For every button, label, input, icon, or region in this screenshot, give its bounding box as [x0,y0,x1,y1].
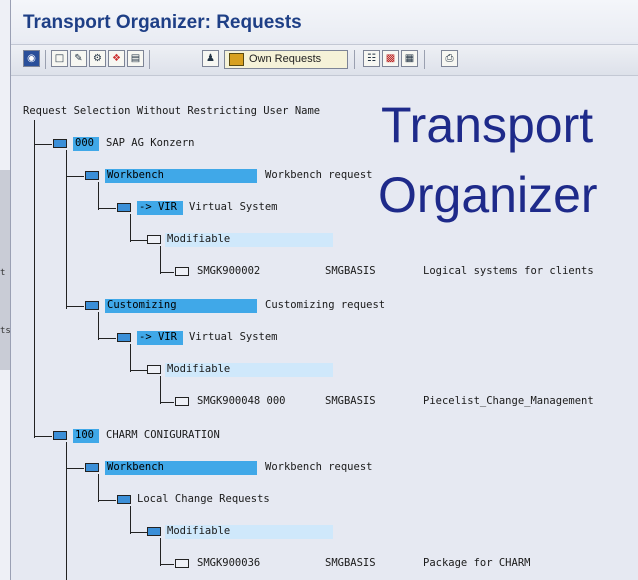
edit-icon[interactable]: ✎ [70,50,87,67]
tree-connector-line [160,402,174,403]
folder-icon[interactable] [85,171,99,180]
new-document-icon[interactable]: □ [51,50,68,67]
client-id[interactable]: 000 [75,137,94,149]
tree-connector-line [66,150,67,309]
tree-connector-line [98,312,99,340]
request-type-workbench[interactable]: Workbench [107,461,164,473]
request-type-desc: Workbench request [265,169,373,181]
tree-connector-line [130,506,131,534]
status-modifiable[interactable]: Modifiable [167,363,230,375]
tree-connector-line [98,474,99,502]
own-requests-icon [229,53,244,66]
folder-icon[interactable] [117,203,131,212]
folder-icon[interactable] [147,365,161,374]
tree-connector-line [130,240,148,241]
target-system-label: Virtual System [189,201,278,213]
tree-connector-line [160,538,161,566]
tree-connector-line [130,532,148,533]
tree-connector-line [66,468,84,469]
tree-connector-line [98,208,116,209]
tree-connector-line [130,370,148,371]
tree-connector-line [66,176,84,177]
request-type-customizing[interactable]: Customizing [107,299,177,311]
toolbar-separator [149,50,150,69]
tree-connector-line [160,246,161,274]
target-system[interactable]: -> VIR [139,331,177,343]
display-change-icon[interactable]: ◉ [23,50,40,67]
request-type-desc: Workbench request [265,461,373,473]
delete-icon[interactable]: ▤ [127,50,144,67]
folder-icon[interactable] [85,463,99,472]
request-icon[interactable] [175,559,189,568]
local-change-requests[interactable]: Local Change Requests [137,493,270,505]
tree-connector-line [66,442,67,580]
tree-connector-line [160,376,161,404]
target-system[interactable]: -> VIR [139,201,177,213]
tree-connector-line [34,144,52,145]
status-modifiable[interactable]: Modifiable [167,525,230,537]
background-fragment: t [0,268,6,278]
request-type-desc: Customizing request [265,299,386,311]
application-toolbar: ◉ □ ✎ ⚙ ❖ ▤ ♟ Own Requests ☷ ▩ ▦ ⎙ [11,44,638,76]
tree-connector-line [98,182,99,210]
request-number[interactable]: SMGK900002 [197,265,260,277]
folder-icon[interactable] [147,527,161,536]
overlay-title-line2: Organizer [378,167,598,223]
request-description: Piecelist_Change_Management [423,395,594,407]
transport-icon[interactable]: ⚙ [89,50,106,67]
own-requests-button[interactable]: Own Requests [224,50,348,69]
request-owner: SMGBASIS [325,395,376,407]
tree-connector-line [98,338,116,339]
window-title: Transport Organizer: Requests [23,12,302,33]
tree-connector-line [160,272,174,273]
request-owner: SMGBASIS [325,557,376,569]
toolbar-separator [424,50,425,69]
tree-connector-line [130,214,131,242]
folder-icon[interactable] [53,139,67,148]
tree-connector-line [34,120,35,438]
tree-connector-line [160,564,174,565]
print-icon[interactable]: ⎙ [441,50,458,67]
request-icon[interactable] [175,397,189,406]
request-description: Logical systems for clients [423,265,594,277]
toolbar-separator [354,50,355,69]
title-bar: Transport Organizer: Requests [11,0,638,42]
tree-connector-line [130,344,131,372]
request-number[interactable]: SMGK900036 [197,557,260,569]
request-type-workbench[interactable]: Workbench [107,169,164,181]
user-icon[interactable]: ♟ [202,50,219,67]
request-description: Package for CHARM [423,557,531,569]
folder-icon[interactable] [147,235,161,244]
client-label: SAP AG Konzern [106,137,195,149]
request-owner: SMGBASIS [325,265,376,277]
truck-icon[interactable]: ▩ [382,50,399,67]
toolbar-separator [45,50,46,69]
tree-connector-line [98,500,116,501]
tree-connector-line [34,436,52,437]
folder-icon[interactable] [85,301,99,310]
folder-icon[interactable] [117,333,131,342]
target-system-label: Virtual System [189,331,278,343]
tree-connector-line [66,306,84,307]
overlay-title-line1: Transport [381,97,594,153]
client-label: CHARM CONIGURATION [106,429,220,441]
request-number[interactable]: SMGK900048 000 [197,395,286,407]
release-icon[interactable]: ❖ [108,50,125,67]
tree-header: Request Selection Without Restricting Us… [23,105,321,117]
folder-icon[interactable] [53,431,67,440]
client-id[interactable]: 100 [75,429,94,441]
folder-icon[interactable] [117,495,131,504]
request-icon[interactable] [175,267,189,276]
status-modifiable[interactable]: Modifiable [167,233,230,245]
request-tree: Request Selection Without Restricting Us… [11,78,638,580]
transport-organizer-window: Transport Organizer: Requests ◉ □ ✎ ⚙ ❖ … [10,0,638,580]
expand-icon[interactable]: ☷ [363,50,380,67]
own-requests-label: Own Requests [249,53,322,65]
document-icon[interactable]: ▦ [401,50,418,67]
